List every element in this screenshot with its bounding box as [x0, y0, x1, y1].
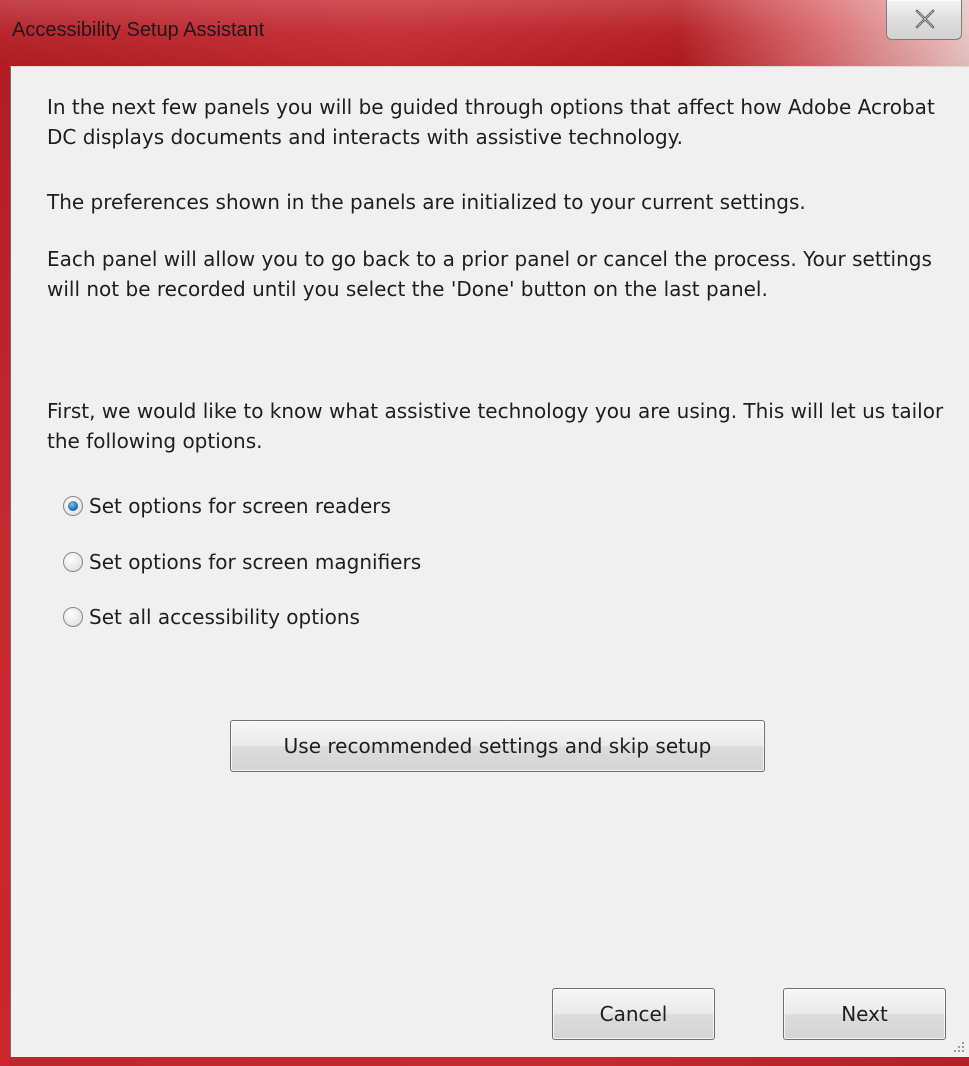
radio-unselected-icon[interactable] [63, 607, 83, 627]
intro-paragraph-2: The preferences shown in the panels are … [47, 190, 806, 214]
radio-selected-icon[interactable] [63, 496, 83, 516]
radio-label: Set options for screen readers [89, 494, 391, 518]
resize-grip-icon[interactable] [952, 1040, 966, 1054]
close-x-icon [915, 9, 935, 29]
window-title: Accessibility Setup Assistant [12, 19, 265, 41]
radio-all-options[interactable]: Set all accessibility options [63, 602, 360, 632]
close-button[interactable] [886, 0, 962, 40]
dialog-content: In the next few panels you will be guide… [10, 66, 969, 1057]
cancel-button[interactable]: Cancel [552, 988, 715, 1040]
skip-setup-button[interactable]: Use recommended settings and skip setup [230, 720, 765, 772]
next-button[interactable]: Next [783, 988, 946, 1040]
intro-paragraph-3: Each panel will allow you to go back to … [47, 247, 932, 301]
question-paragraph: First, we would like to know what assist… [47, 399, 944, 453]
radio-label: Set all accessibility options [89, 605, 360, 629]
title-bar[interactable]: Accessibility Setup Assistant [0, 0, 969, 66]
radio-unselected-icon[interactable] [63, 552, 83, 572]
radio-screen-magnifiers[interactable]: Set options for screen magnifiers [63, 547, 421, 577]
window-bottom-border [10, 1057, 969, 1066]
intro-paragraph-1: In the next few panels you will be guide… [47, 95, 935, 149]
radio-screen-readers[interactable]: Set options for screen readers [63, 491, 391, 521]
radio-label: Set options for screen magnifiers [89, 550, 422, 574]
dialog-window: Accessibility Setup Assistant In the nex… [0, 0, 969, 1066]
